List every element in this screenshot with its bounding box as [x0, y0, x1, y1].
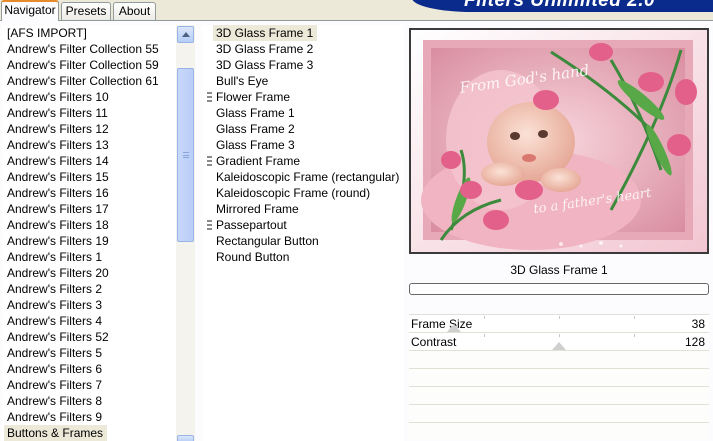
param-slider-row[interactable]: Frame Size 38: [409, 314, 709, 332]
empty-param-row: [409, 422, 709, 440]
category-item[interactable]: Andrew's Filters 9: [4, 409, 106, 425]
tab-navigator[interactable]: Navigator: [1, 0, 59, 21]
brand-banner: Filters Unlimited 2.0: [412, 0, 713, 12]
category-item[interactable]: Andrew's Filters 13: [4, 137, 113, 153]
slider-tick: [559, 316, 560, 319]
preview-image: From God's hand to a father's heart: [409, 28, 709, 254]
filter-item[interactable]: Mirrored Frame: [213, 201, 303, 217]
param-value: 38: [691, 317, 705, 331]
empty-param-row: [409, 350, 709, 368]
progress-bar: [409, 283, 709, 295]
filter-item[interactable]: Glass Frame 3: [213, 137, 299, 153]
category-item[interactable]: Andrew's Filters 3: [4, 297, 106, 313]
filter-item[interactable]: Passepartout: [213, 217, 291, 233]
scroll-thumb[interactable]: [177, 68, 194, 242]
category-item[interactable]: [AFS IMPORT]: [4, 25, 91, 41]
slider-thumb-icon[interactable]: [447, 324, 461, 332]
scroll-down-arrow-icon[interactable]: [177, 435, 194, 441]
scroll-up-arrow-icon[interactable]: [177, 26, 194, 43]
category-item[interactable]: Andrew's Filters 20: [4, 265, 113, 281]
category-item[interactable]: Andrew's Filters 14: [4, 153, 113, 169]
filter-item[interactable]: Gradient Frame: [213, 153, 304, 169]
slider-tick: [484, 334, 485, 337]
tab-presets[interactable]: Presets: [61, 2, 111, 20]
filter-item[interactable]: 3D Glass Frame 1: [213, 25, 318, 41]
category-item[interactable]: Andrew's Filters 17: [4, 201, 113, 217]
category-item[interactable]: Andrew's Filter Collection 55: [4, 41, 163, 57]
empty-param-row: [409, 404, 709, 422]
group-marker-icon: [207, 92, 212, 102]
category-item[interactable]: Andrew's Filter Collection 61: [4, 73, 163, 89]
category-item[interactable]: Andrew's Filters 15: [4, 169, 113, 185]
group-marker-icon: [207, 156, 212, 166]
parameter-sliders: Frame Size 38 Contrast 128: [409, 314, 709, 440]
param-slider-row[interactable]: Contrast 128: [409, 332, 709, 350]
category-item[interactable]: Andrew's Filters 1: [4, 249, 106, 265]
filter-item[interactable]: Kaleidoscopic Frame (rectangular): [213, 169, 403, 185]
filter-item[interactable]: Glass Frame 1: [213, 105, 299, 121]
category-item[interactable]: Andrew's Filters 12: [4, 121, 113, 137]
param-label: Contrast: [411, 335, 457, 349]
preview-artwork: [411, 30, 707, 252]
filter-item[interactable]: Glass Frame 2: [213, 121, 299, 137]
group-marker-icon: [207, 220, 212, 230]
empty-param-row: [409, 386, 709, 404]
empty-param-row: [409, 368, 709, 386]
filter-item[interactable]: Flower Frame: [213, 89, 294, 105]
filter-item[interactable]: Kaleidoscopic Frame (round): [213, 185, 374, 201]
category-item[interactable]: Andrew's Filters 5: [4, 345, 106, 361]
category-item[interactable]: Andrew's Filters 11: [4, 105, 112, 121]
filter-item[interactable]: Rectangular Button: [213, 233, 323, 249]
slider-tick: [559, 334, 560, 337]
filter-list[interactable]: 3D Glass Frame 1 3D Glass Frame 2 3D Glass…: [202, 25, 404, 441]
category-item[interactable]: Andrew's Filters 18: [4, 217, 113, 233]
category-item[interactable]: Andrew's Filters 16: [4, 185, 113, 201]
category-item[interactable]: Andrew's Filters 19: [4, 233, 113, 249]
category-item[interactable]: Andrew's Filters 8: [4, 393, 106, 409]
category-item[interactable]: Andrew's Filters 52: [4, 329, 113, 345]
param-label: Frame Size: [411, 317, 473, 331]
tab-strip: Navigator Presets About Filters Unlimite…: [0, 0, 713, 21]
filter-item[interactable]: Round Button: [213, 249, 293, 265]
category-item[interactable]: Andrew's Filters 4: [4, 313, 106, 329]
slider-tick: [634, 334, 635, 337]
category-item[interactable]: Andrew's Filter Collection 59: [4, 57, 163, 73]
category-item[interactable]: Andrew's Filters 7: [4, 377, 106, 393]
category-item[interactable]: Andrew's Filters 6: [4, 361, 106, 377]
slider-tick: [634, 316, 635, 319]
tab-about[interactable]: About: [113, 2, 156, 20]
slider-tick: [484, 316, 485, 319]
param-value: 128: [684, 335, 705, 349]
brand-title: Filters Unlimited 2.0: [464, 0, 656, 11]
grip-icon: [183, 152, 189, 158]
filter-item[interactable]: 3D Glass Frame 3: [213, 57, 317, 73]
filter-item[interactable]: Bull's Eye: [213, 73, 272, 89]
slider-thumb-icon[interactable]: [552, 342, 566, 350]
category-list[interactable]: [AFS IMPORT] Andrew's Filter Collection 5…: [2, 25, 176, 441]
category-item[interactable]: Buttons & Frames: [4, 425, 108, 441]
category-item[interactable]: Andrew's Filters 2: [4, 281, 106, 297]
category-item[interactable]: Andrew's Filters 10: [4, 89, 113, 105]
category-scrollbar[interactable]: [176, 25, 195, 441]
filter-item[interactable]: 3D Glass Frame 2: [213, 41, 317, 57]
selected-filter-name: 3D Glass Frame 1: [510, 263, 608, 277]
